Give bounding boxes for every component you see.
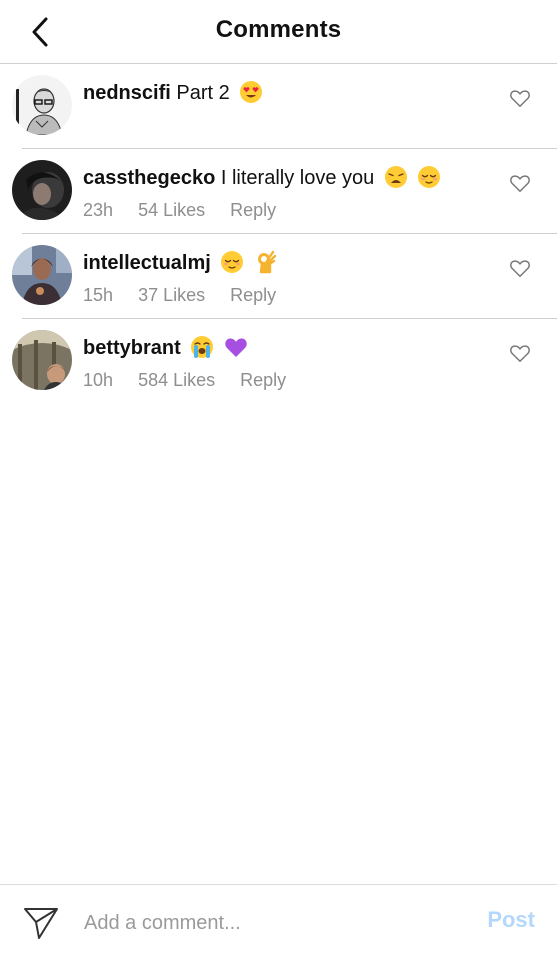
heart-outline-icon[interactable] [509,257,531,279]
comment-meta: 23h 54 Likes Reply [83,200,296,221]
reply-button[interactable]: Reply [230,285,276,305]
comment-item: bettybrant 10h 584 Likes Reply [0,319,557,404]
ok-hand-emoji [257,250,277,274]
comment-time: 23h [83,200,114,220]
heart-eyes-emoji [240,81,263,103]
heart-outline-icon[interactable] [509,87,531,109]
comment-username[interactable]: nednscifi [83,82,171,104]
avatar[interactable] [12,245,72,305]
comment-item: nednscifi Part 2 [0,64,557,149]
paper-plane-icon[interactable] [22,905,60,941]
comment-item: cassthegecko I literally love you 23h 54… [0,149,557,234]
header-bar: Comments [0,0,557,64]
comment-item: intellectualmj 15h 37 Likes Reply [0,234,557,319]
comment-body: I literally love you [220,167,375,189]
comment-likes[interactable]: 54 Likes [138,200,205,220]
comment-username[interactable]: cassthegecko [83,167,215,189]
comment-list: nednscifi Part 2 cassthegecko I literall… [0,64,557,404]
page-title: Comments [215,16,342,43]
avatar[interactable] [12,160,72,220]
avatar[interactable] [12,75,72,135]
reply-button[interactable]: Reply [230,200,276,220]
comment-username[interactable]: intellectualmj [83,252,211,274]
comment-likes[interactable]: 37 Likes [138,285,205,305]
add-comment-input[interactable] [84,907,444,939]
loudly-crying-face-emoji [191,336,214,358]
avatar[interactable] [12,330,72,390]
relieved-face-emoji [418,166,441,188]
comment-time: 15h [83,285,114,305]
weary-face-emoji [384,166,407,188]
comment-meta: 15h 37 Likes Reply [83,285,296,306]
comment-meta: 10h 584 Likes Reply [83,370,306,391]
comment-username[interactable]: bettybrant [83,337,181,359]
post-button[interactable]: Post [487,907,535,933]
comment-likes[interactable]: 584 Likes [138,370,215,390]
heart-outline-icon[interactable] [509,172,531,194]
relieved-face-emoji [221,251,244,273]
comments-screen: Comments nednscifi Part 2 cassthegecko I… [0,0,557,960]
comment-time: 10h [83,370,114,390]
purple-heart-emoji [225,338,247,357]
comment-compose-bar: Post [0,884,557,960]
comment-body: Part 2 [176,82,230,104]
heart-outline-icon[interactable] [509,342,531,364]
reply-button[interactable]: Reply [240,370,286,390]
